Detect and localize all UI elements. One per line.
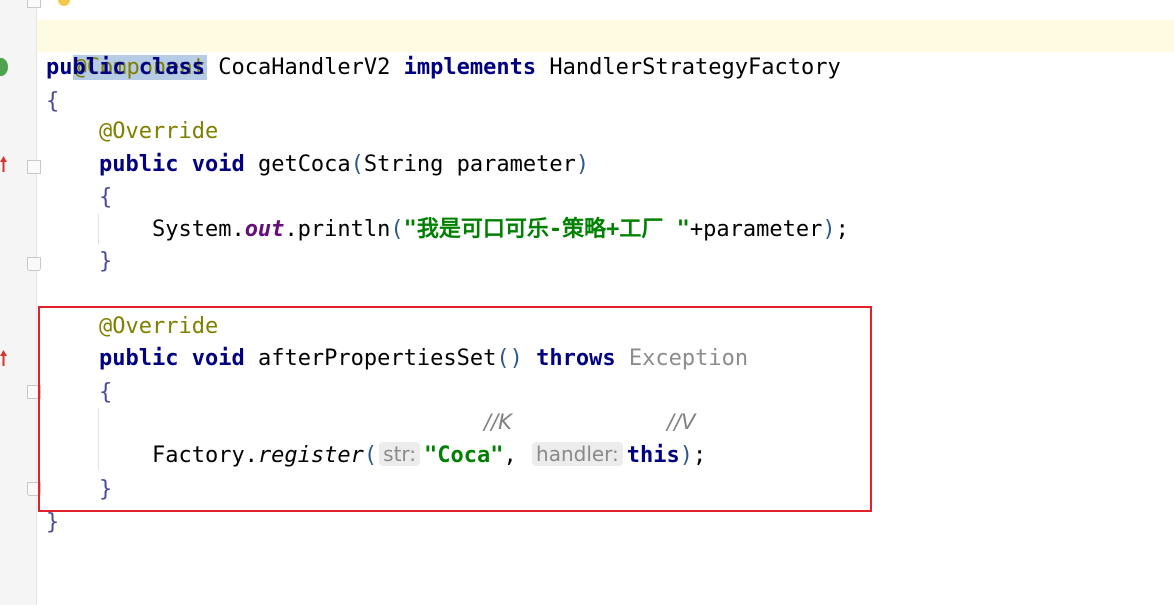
code-line-8[interactable]: } [46, 246, 112, 278]
override-marker-icon[interactable] [0, 156, 7, 172]
open-brace: { [98, 185, 113, 210]
code-line-1[interactable]: @Component [46, 20, 207, 80]
keyword-class: class [138, 55, 205, 80]
keyword-public: public [98, 152, 179, 177]
open-brace: { [46, 89, 60, 114]
highlight-box [38, 306, 872, 512]
current-line-highlight [37, 20, 1174, 52]
method-params: String parameter [363, 152, 576, 177]
code-line-5[interactable]: public void getCoca(String parameter) [46, 149, 589, 181]
close-brace: } [46, 510, 60, 535]
semicolon: ; [835, 217, 849, 242]
close-brace: } [98, 249, 113, 274]
code-line-2[interactable]: public class CocaHandlerV2 implements Ha… [46, 52, 841, 84]
string-literal: "我是可口可乐-策略+工厂 " [403, 217, 690, 242]
editor-gutter [0, 0, 37, 605]
interface-name[interactable]: HandlerStrategyFactory [549, 55, 840, 80]
code-line-4[interactable]: @Override [46, 116, 218, 148]
override-marker-icon[interactable] [0, 350, 7, 366]
concat-expression: +parameter [689, 217, 823, 242]
fold-icon[interactable] [27, 160, 41, 174]
system-ref: System. [151, 217, 245, 242]
out-field[interactable]: out [245, 217, 285, 242]
keyword-implements: implements [403, 55, 537, 80]
code-line-7[interactable]: System.out.println("我是可口可乐-策略+工厂 "+param… [46, 214, 849, 246]
class-name[interactable]: CocaHandlerV2 [218, 55, 390, 80]
paren: ) [575, 152, 590, 177]
fold-icon[interactable] [27, 0, 41, 8]
fold-icon[interactable] [27, 257, 41, 271]
annotation-override: @Override [98, 119, 219, 144]
keyword-public: public [46, 55, 126, 80]
paren: ( [350, 152, 364, 177]
code-line-6[interactable]: { [46, 182, 112, 214]
code-line-3[interactable]: { [46, 86, 59, 118]
method-name-getcoca[interactable]: getCoca [258, 152, 351, 177]
println-call[interactable]: .println [284, 217, 390, 242]
keyword-void: void [191, 152, 245, 177]
paren: ( [390, 217, 404, 242]
paren: ) [822, 217, 836, 242]
bulb-icon[interactable] [58, 0, 70, 6]
